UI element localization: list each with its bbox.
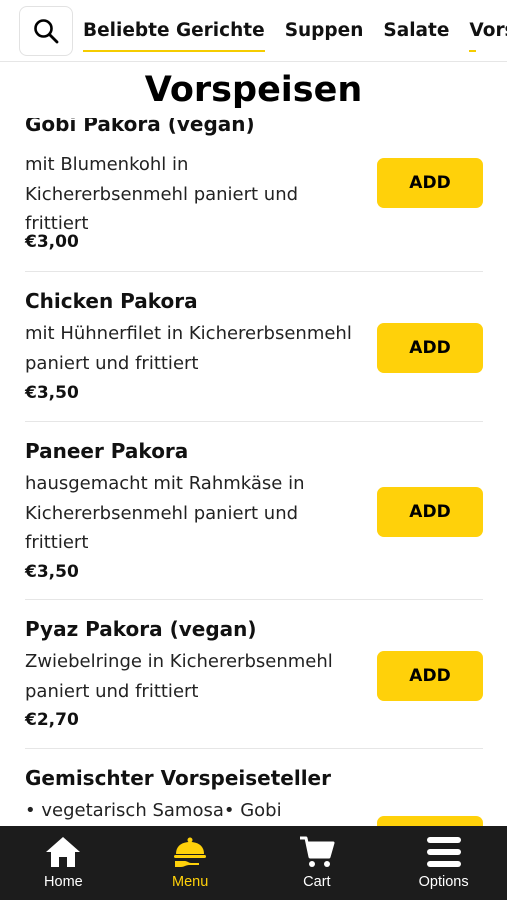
item-description: • vegetarisch Samosa• Gobi: [25, 800, 282, 821]
nav-menu[interactable]: Menu: [127, 826, 254, 900]
add-button[interactable]: ADD: [377, 651, 483, 701]
nav-label: Cart: [303, 874, 331, 890]
add-button[interactable]: ADD: [377, 158, 483, 208]
bottom-navigation: Home Menu Cart Options: [0, 826, 507, 900]
menu-item: Pyaz Pakora (vegan) Zwiebelringe in Kich…: [25, 600, 483, 749]
tab-suppen[interactable]: Suppen: [285, 14, 364, 48]
search-button[interactable]: [19, 5, 73, 56]
item-price: €3,50: [25, 562, 79, 582]
tab-beliebte-gerichte[interactable]: Beliebte Gerichte: [83, 14, 265, 52]
search-icon: [34, 18, 59, 43]
item-price: €3,50: [25, 383, 79, 403]
item-description: mit Hühnerfilet in Kichererbsenmehl pani…: [25, 323, 352, 374]
menu-cloche-icon: [174, 837, 207, 867]
category-bar: Beliebte Gerichte Suppen Salate Vorsp: [0, 0, 507, 62]
hamburger-icon: [426, 837, 461, 867]
item-price: €2,70: [25, 710, 79, 730]
item-name: Paneer Pakora: [25, 439, 189, 463]
item-price: €3,00: [25, 232, 79, 252]
menu-item: Gobi Pakora (vegan) mit Blumenkohl in Ki…: [25, 110, 483, 272]
nav-home[interactable]: Home: [0, 826, 127, 900]
item-name: Gemischter Vorspeiseteller: [25, 766, 331, 790]
item-description: mit Blumenkohl in Kichererbsenmehl panie…: [25, 154, 299, 234]
home-icon: [46, 837, 81, 867]
nav-label: Home: [44, 874, 83, 890]
menu-item: Chicken Pakora mit Hühnerfilet in Kicher…: [25, 272, 483, 422]
item-name: Pyaz Pakora (vegan): [25, 617, 257, 641]
menu-item: Paneer Pakora hausgemacht mit Rahmkäse i…: [25, 422, 483, 600]
tab-salate[interactable]: Salate: [383, 14, 449, 48]
category-tabs: Beliebte Gerichte Suppen Salate Vorsp: [83, 14, 507, 52]
nav-cart[interactable]: Cart: [254, 826, 381, 900]
item-name: Chicken Pakora: [25, 289, 198, 313]
nav-options[interactable]: Options: [380, 826, 507, 900]
menu-list: Gobi Pakora (vegan) mit Blumenkohl in Ki…: [0, 100, 507, 826]
cart-icon: [299, 836, 335, 867]
menu-item: Gemischter Vorspeiseteller • vegetarisch…: [25, 749, 483, 826]
add-button[interactable]: ADD: [377, 323, 483, 373]
add-button[interactable]: ADD: [377, 487, 483, 537]
item-description: Zwiebelringe in Kichererbsenmehl paniert…: [25, 651, 333, 702]
nav-label: Options: [418, 874, 469, 890]
add-button[interactable]: [377, 816, 483, 826]
item-description: hausgemacht mit Rahmkäse in Kichererbsen…: [25, 473, 305, 553]
section-title: Vorspeisen: [0, 62, 507, 118]
tab-vorspeisen[interactable]: Vorsp: [469, 14, 507, 52]
nav-label: Menu: [171, 874, 209, 890]
